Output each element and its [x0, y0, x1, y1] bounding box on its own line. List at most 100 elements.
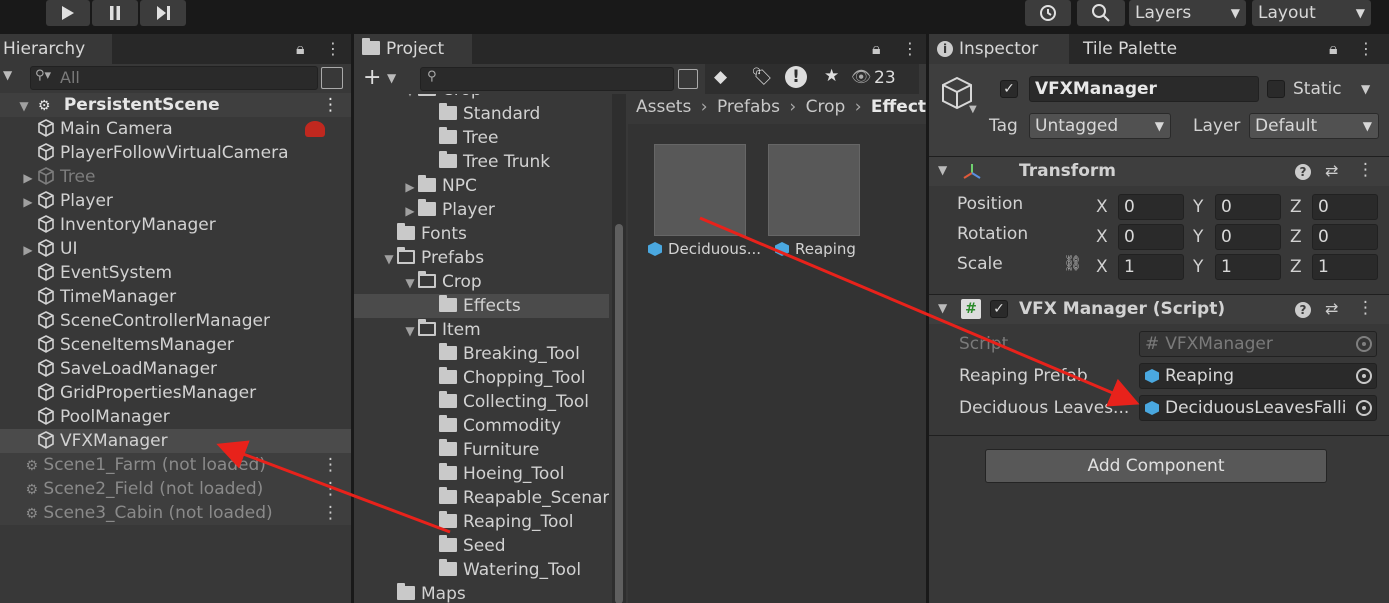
hierarchy-item[interactable]: PlayerFollowVirtualCamera [0, 141, 351, 165]
warning-icon[interactable]: ! [785, 66, 807, 88]
constrain-proportions-icon[interactable]: ⛓︎ [1063, 254, 1082, 272]
component-menu-icon[interactable]: ⋮ [1357, 298, 1374, 318]
expand-arrow-icon[interactable]: ▶ [20, 238, 36, 262]
hierarchy-item[interactable]: SceneItemsManager [0, 333, 351, 357]
asset-thumbnail[interactable] [654, 144, 746, 236]
object-picker-icon[interactable] [1356, 400, 1372, 416]
scene-search-icon[interactable] [321, 67, 343, 89]
static-checkbox[interactable] [1267, 80, 1285, 98]
object-picker-icon[interactable] [1356, 368, 1372, 384]
add-icon[interactable]: + [363, 65, 381, 90]
undo-history-button[interactable] [1025, 0, 1071, 26]
create-dropdown-icon[interactable]: ▼ [3, 68, 12, 82]
filter-type-icon[interactable]: ◆ [714, 67, 727, 87]
folder-tree-item[interactable]: ▼ Item [354, 318, 609, 342]
folder-tree-item[interactable]: Tree [354, 126, 609, 150]
layers-dropdown[interactable]: Layers ▼ [1129, 0, 1246, 26]
rotation-x-field[interactable]: 0 [1118, 224, 1184, 250]
favorite-star-icon[interactable]: ★ [824, 66, 839, 86]
hierarchy-item[interactable]: VFXManager [0, 429, 351, 453]
folder-tree-item[interactable]: ▶ Player [354, 198, 609, 222]
folder-tree-item[interactable]: ▶ NPC [354, 174, 609, 198]
tag-dropdown[interactable]: Untagged ▼ [1029, 113, 1171, 139]
collapse-arrow-icon[interactable]: ▼ [938, 301, 947, 315]
eye-icon[interactable]: 👁︎ [851, 67, 871, 86]
presets-icon[interactable]: ⇄ [1325, 161, 1338, 180]
script-component-header[interactable]: ▼ # ✓ VFX Manager (Script) ? ⇄ ⋮ [929, 294, 1389, 324]
step-button[interactable] [140, 0, 186, 26]
transform-header[interactable]: ▼ Transform ? ⇄ ⋮ [929, 156, 1389, 186]
asset-thumbnail[interactable] [768, 144, 860, 236]
search-button[interactable] [1077, 0, 1125, 26]
expand-arrow-icon[interactable]: ▼ [16, 94, 32, 118]
search-by-type-icon[interactable] [678, 69, 698, 89]
object-name-field[interactable]: VFXManager [1029, 76, 1259, 102]
chevron-down-icon[interactable]: ▼ [387, 71, 396, 85]
icon-dropdown-icon[interactable]: ▼ [969, 104, 977, 115]
deciduous-leaves-field[interactable]: DeciduousLeavesFalli [1139, 395, 1377, 421]
presets-icon[interactable]: ⇄ [1325, 299, 1338, 318]
hierarchy-item[interactable]: Main Camera [0, 117, 351, 141]
add-component-button[interactable]: Add Component [985, 449, 1327, 483]
folder-tree-item[interactable]: ▼ Crop [354, 270, 609, 294]
hierarchy-item[interactable]: ▶ UI [0, 237, 351, 261]
unloaded-scene-row[interactable]: ⚙ Scene1_Farm (not loaded) ⋮ [0, 453, 351, 477]
hierarchy-item[interactable]: InventoryManager [0, 213, 351, 237]
lock-icon[interactable]: 🔒︎ [872, 34, 881, 64]
breadcrumb-item[interactable]: Prefabs [717, 97, 780, 117]
tab-project[interactable]: Project [354, 34, 472, 64]
folder-tree-item[interactable]: Hoeing_Tool [354, 462, 609, 486]
scale-x-field[interactable]: 1 [1118, 254, 1184, 280]
collapse-arrow-icon[interactable]: ▼ [402, 319, 418, 343]
hierarchy-item[interactable]: SaveLoadManager [0, 357, 351, 381]
chevron-down-icon[interactable]: ▼ [1361, 82, 1370, 96]
folder-tree-item[interactable]: Fonts [354, 222, 609, 246]
position-x-field[interactable]: 0 [1118, 194, 1184, 220]
position-z-field[interactable]: 0 [1312, 194, 1378, 220]
hierarchy-item[interactable]: PoolManager [0, 405, 351, 429]
expand-arrow-icon[interactable]: ▶ [402, 199, 418, 223]
hierarchy-item[interactable]: SceneControllerManager [0, 309, 351, 333]
folder-tree-item[interactable]: Collecting_Tool [354, 390, 609, 414]
pause-button[interactable] [92, 0, 138, 26]
component-menu-icon[interactable]: ⋮ [1357, 160, 1374, 180]
hierarchy-item[interactable]: EventSystem [0, 261, 351, 285]
help-icon[interactable]: ? [1295, 164, 1311, 180]
hierarchy-search-input[interactable]: ⚲▾ All [30, 66, 318, 90]
folder-tree-item[interactable]: Commodity [354, 414, 609, 438]
folder-tree-item[interactable]: Watering_Tool [354, 558, 609, 582]
folder-tree-item[interactable]: Maps [354, 582, 609, 603]
tab-tile-palette[interactable]: Tile Palette [1075, 34, 1185, 64]
folder-tree-item[interactable]: Reaping_Tool [354, 510, 609, 534]
label-tag-icon[interactable]: 🏷︎ [751, 67, 773, 87]
expand-arrow-icon[interactable]: ▶ [402, 175, 418, 199]
scale-y-field[interactable]: 1 [1215, 254, 1281, 280]
more-options-icon[interactable]: ⋮ [902, 34, 918, 64]
expand-arrow-icon[interactable]: ▶ [20, 166, 36, 190]
scene-menu-icon[interactable]: ⋮ [322, 501, 339, 525]
hierarchy-item[interactable]: ▶ Player [0, 189, 351, 213]
rotation-y-field[interactable]: 0 [1215, 224, 1281, 250]
unloaded-scene-row[interactable]: ⚙ Scene2_Field (not loaded) ⋮ [0, 477, 351, 501]
folder-tree-scroll-thumb[interactable] [615, 224, 623, 603]
play-button[interactable] [46, 0, 90, 26]
folder-tree-item[interactable]: Effects [354, 294, 609, 318]
scene-menu-icon[interactable]: ⋮ [322, 93, 339, 117]
lock-icon[interactable]: 🔒︎ [1329, 34, 1338, 64]
folder-tree-scrollbar-track[interactable] [612, 94, 626, 603]
scene-row-persistent[interactable]: ▼ ⚙ PersistentScene ⋮ [0, 93, 351, 117]
position-y-field[interactable]: 0 [1215, 194, 1281, 220]
expand-arrow-icon[interactable]: ▶ [20, 190, 36, 214]
asset-item[interactable]: Reaping [775, 240, 875, 258]
folder-tree-item[interactable]: ▼ Prefabs [354, 246, 609, 270]
unloaded-scene-row[interactable]: ⚙ Scene3_Cabin (not loaded) ⋮ [0, 501, 351, 525]
folder-tree-item[interactable]: Breaking_Tool [354, 342, 609, 366]
folder-tree-item[interactable]: Chopping_Tool [354, 366, 609, 390]
breadcrumb-item[interactable]: Effects [871, 97, 926, 117]
scene-menu-icon[interactable]: ⋮ [322, 453, 339, 477]
tab-inspector[interactable]: i Inspector [929, 34, 1069, 64]
project-search-input[interactable]: ⚲ [420, 67, 674, 91]
collapse-arrow-icon[interactable]: ▼ [938, 163, 947, 177]
tab-hierarchy[interactable]: Hierarchy [0, 34, 112, 64]
rotation-z-field[interactable]: 0 [1312, 224, 1378, 250]
